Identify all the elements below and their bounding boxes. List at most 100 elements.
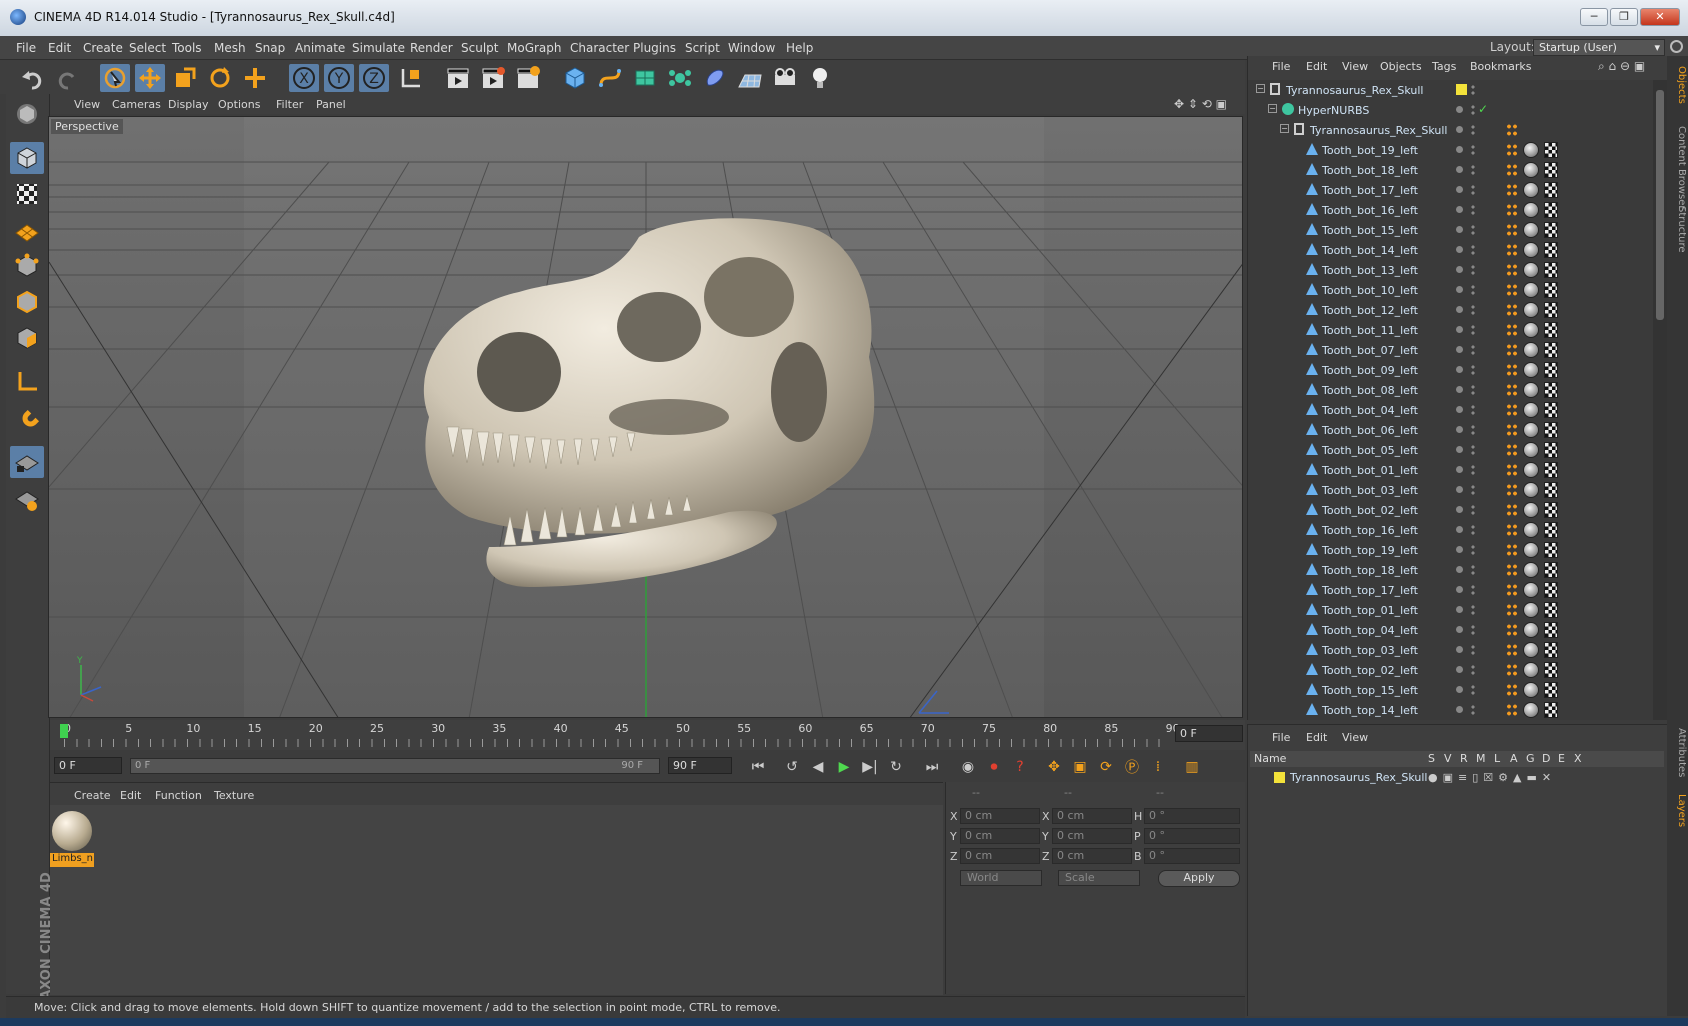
cube-primitive-icon[interactable] (560, 64, 590, 92)
size-y-field[interactable]: 0 cm (1052, 828, 1132, 844)
visibility-dots-icon[interactable] (1470, 204, 1476, 216)
current-frame-field[interactable]: 0 F (1175, 725, 1243, 742)
position-key-icon[interactable]: ✥ (1042, 755, 1066, 779)
material-tag-icon[interactable] (1523, 562, 1539, 578)
layer-dot-icon[interactable] (1456, 266, 1463, 273)
rotation-h-field[interactable]: 0 ° (1144, 808, 1240, 824)
layer-color-swatch[interactable] (1274, 772, 1285, 783)
menu-window[interactable]: Window (728, 41, 775, 55)
layer-dot-icon[interactable] (1456, 566, 1463, 573)
object-row[interactable]: Tooth_bot_01_left (1248, 460, 1653, 480)
scale-tool-icon[interactable] (170, 64, 200, 92)
om-menu-view[interactable]: View (1342, 60, 1368, 73)
material-tag-icon[interactable] (1523, 182, 1539, 198)
phong-tag-icon[interactable] (1506, 603, 1518, 617)
snap-settings-icon[interactable] (10, 484, 44, 516)
om-menu-tags[interactable]: Tags (1432, 60, 1456, 73)
uvw-tag-icon[interactable] (1544, 562, 1558, 578)
timeline-ruler[interactable]: 051015202530354045505560657075808590 0 F (50, 720, 1245, 750)
next-frame-icon[interactable]: ▶| (858, 755, 882, 779)
layer-dot-icon[interactable] (1456, 606, 1463, 613)
phong-tag-icon[interactable] (1506, 663, 1518, 677)
material-tag-icon[interactable] (1523, 142, 1539, 158)
object-row[interactable]: Tooth_bot_12_left (1248, 300, 1653, 320)
object-row[interactable]: Tooth_bot_02_left (1248, 500, 1653, 520)
object-row[interactable]: Tooth_bot_19_left (1248, 140, 1653, 160)
uvw-tag-icon[interactable] (1544, 682, 1558, 698)
play-icon[interactable]: ▶ (832, 755, 856, 779)
layer-dot-icon[interactable] (1456, 326, 1463, 333)
layer-dot-icon[interactable] (1456, 586, 1463, 593)
object-name[interactable]: Tooth_top_17_left (1322, 584, 1418, 597)
position-y-field[interactable]: 0 cm (960, 828, 1040, 844)
material-tag-icon[interactable] (1523, 362, 1539, 378)
uvw-tag-icon[interactable] (1544, 462, 1558, 478)
uvw-tag-icon[interactable] (1544, 142, 1558, 158)
light-icon[interactable] (805, 64, 835, 92)
menu-script[interactable]: Script (685, 41, 720, 55)
end-frame-field[interactable]: 90 F (668, 757, 732, 774)
deformer-icon[interactable] (700, 64, 730, 92)
enabled-check-icon[interactable]: ✓ (1478, 102, 1488, 116)
object-row[interactable]: Tooth_bot_09_left (1248, 360, 1653, 380)
side-tab-layers[interactable]: Layers (1669, 794, 1687, 827)
uvw-tag-icon[interactable] (1544, 542, 1558, 558)
polygons-mode-icon[interactable] (10, 322, 44, 354)
object-name[interactable]: Tooth_bot_05_left (1322, 444, 1418, 457)
phong-tag-icon[interactable] (1506, 523, 1518, 537)
points-mode-icon[interactable] (10, 250, 44, 282)
layer-dot-icon[interactable] (1456, 346, 1463, 353)
material-tag-icon[interactable] (1523, 462, 1539, 478)
uvw-tag-icon[interactable] (1544, 322, 1558, 338)
layer-dot-icon[interactable] (1456, 666, 1463, 673)
layer-menu-view[interactable]: View (1342, 731, 1368, 744)
move-tool-icon[interactable] (135, 64, 165, 92)
object-name[interactable]: Tooth_top_19_left (1322, 544, 1418, 557)
menu-sculpt[interactable]: Sculpt (461, 41, 498, 55)
layer-dot-icon[interactable] (1456, 686, 1463, 693)
material-menu-function[interactable]: Function (155, 789, 202, 802)
visibility-dots-icon[interactable] (1470, 264, 1476, 276)
layer-dot-icon[interactable] (1456, 166, 1463, 173)
menu-create[interactable]: Create (83, 41, 123, 55)
object-name[interactable]: Tooth_bot_12_left (1322, 304, 1418, 317)
side-tab-structure[interactable]: Structure (1669, 206, 1687, 253)
phong-tag-icon[interactable] (1506, 383, 1518, 397)
layer-menu-file[interactable]: File (1272, 731, 1290, 744)
visibility-dots-icon[interactable] (1470, 364, 1476, 376)
phong-tag-icon[interactable] (1506, 123, 1518, 137)
layer-dot-icon[interactable] (1456, 526, 1463, 533)
object-name[interactable]: Tooth_bot_11_left (1322, 324, 1418, 337)
uvw-tag-icon[interactable] (1544, 642, 1558, 658)
coordinate-system-dropdown[interactable]: World (960, 870, 1042, 886)
object-name[interactable]: Tooth_bot_18_left (1322, 164, 1418, 177)
menu-simulate[interactable]: Simulate (352, 41, 405, 55)
point-level-key-icon[interactable]: ⁞ (1146, 755, 1170, 779)
visibility-dots-icon[interactable] (1470, 664, 1476, 676)
object-name[interactable]: Tooth_top_04_left (1322, 624, 1418, 637)
rotation-p-field[interactable]: 0 ° (1144, 828, 1240, 844)
viewport-menu-cameras[interactable]: Cameras (112, 98, 161, 111)
layer-dot-icon[interactable] (1456, 286, 1463, 293)
material-tag-icon[interactable] (1523, 282, 1539, 298)
phong-tag-icon[interactable] (1506, 183, 1518, 197)
material-tag-icon[interactable] (1523, 682, 1539, 698)
menu-help[interactable]: Help (786, 41, 813, 55)
layer-dot-icon[interactable] (1456, 366, 1463, 373)
layer-dot-icon[interactable] (1456, 246, 1463, 253)
expand-toggle-icon[interactable]: − (1256, 84, 1265, 93)
object-row[interactable]: Tooth_bot_18_left (1248, 160, 1653, 180)
uvw-tag-icon[interactable] (1544, 662, 1558, 678)
phong-tag-icon[interactable] (1506, 583, 1518, 597)
visibility-dots-icon[interactable] (1470, 564, 1476, 576)
object-name[interactable]: Tyrannosaurus_Rex_Skull (1286, 84, 1423, 97)
object-row[interactable]: Tooth_top_19_left (1248, 540, 1653, 560)
phong-tag-icon[interactable] (1506, 403, 1518, 417)
floor-object-icon[interactable] (735, 64, 765, 92)
transform-tool-icon[interactable] (240, 64, 270, 92)
object-row[interactable]: Tooth_top_15_left (1248, 680, 1653, 700)
layer-dot-icon[interactable] (1456, 146, 1463, 153)
viewport-menu-panel[interactable]: Panel (316, 98, 346, 111)
spline-icon[interactable] (595, 64, 625, 92)
texture-mode-icon[interactable] (10, 178, 44, 210)
